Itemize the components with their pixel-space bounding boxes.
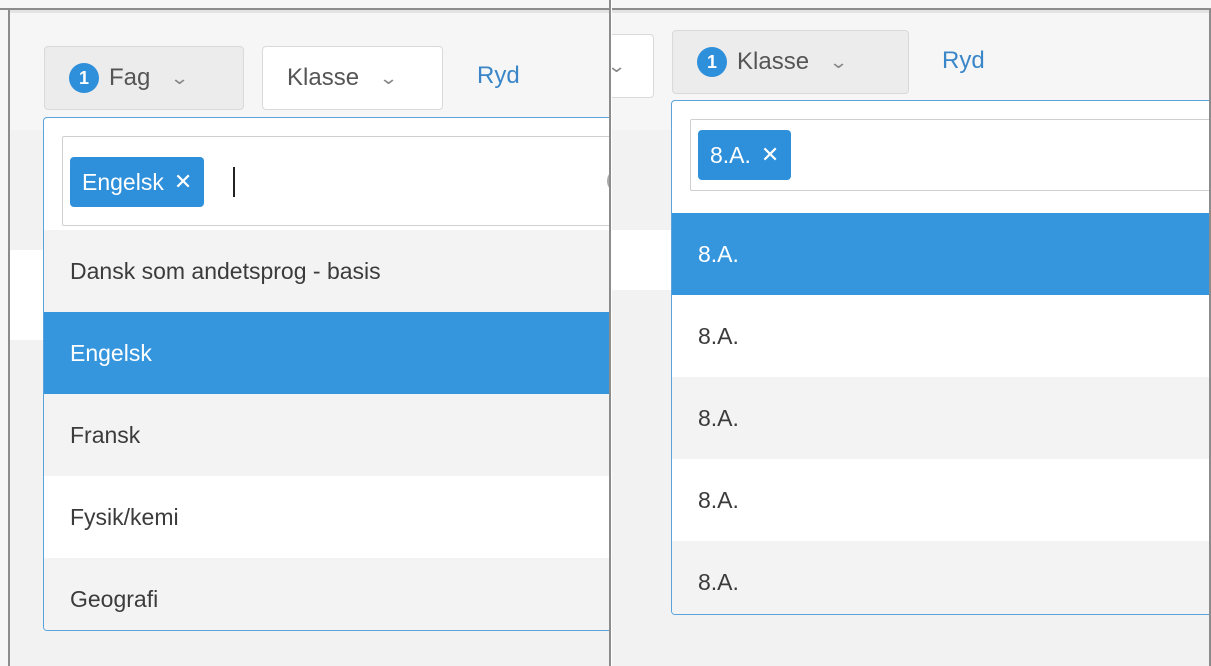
subject-search-input[interactable]: Engelsk ✕ [62, 136, 610, 226]
dropdown-option[interactable]: 8.A. [672, 295, 1211, 377]
option-label: 8.A. [698, 404, 739, 431]
filter-count-badge: 1 [69, 63, 99, 93]
subject-filter-button[interactable]: 1 Fag ⌄ [44, 46, 244, 110]
option-label: Geografi [70, 585, 159, 612]
chevron-down-icon: ⌄ [828, 51, 849, 72]
class-filter-label: Klasse [287, 64, 360, 91]
chevron-down-icon: ⌄ [378, 67, 399, 88]
selected-tag: Engelsk ✕ [70, 157, 205, 207]
dropdown-option[interactable]: 8.A. [672, 459, 1211, 541]
dropdown-option[interactable]: Geografi [44, 558, 610, 630]
class-filter-button[interactable]: 1 Klasse ⌄ [672, 30, 909, 94]
clear-filters-link[interactable]: Ryd [942, 47, 985, 75]
frame-border [8, 8, 10, 666]
dropdown-option-selected[interactable]: 8.A. [672, 213, 1211, 295]
selected-tag: 8.A. ✕ [698, 130, 792, 180]
class-filter-button[interactable]: Klasse ⌄ [262, 46, 443, 110]
dropdown-option[interactable]: Fransk [44, 394, 610, 476]
panel-divider [609, 0, 611, 666]
option-label: Fransk [70, 421, 141, 448]
option-label: Engelsk [70, 339, 152, 366]
frame-border [0, 8, 610, 10]
subject-dropdown: Engelsk ✕ Dansk som andetsprog - basis E… [43, 117, 610, 631]
close-icon[interactable]: ✕ [174, 169, 192, 195]
dropdown-option[interactable]: Fysik/kemi [44, 476, 610, 558]
subject-filter-button[interactable]: ⌄ [612, 34, 654, 98]
class-filter-panel: ⌄ 1 Klasse ⌄ Ryd 8.A. ✕ 8.A. 8.A. 8.A. 8… [612, 0, 1211, 666]
option-label: 8.A. [698, 240, 739, 267]
clear-filters-link[interactable]: Ryd [477, 62, 520, 90]
dropdown-option[interactable]: 8.A. [672, 377, 1211, 459]
option-label: Dansk som andetsprog - basis [70, 257, 381, 284]
option-label: Fysik/kemi [70, 503, 179, 530]
option-label: 8.A. [698, 322, 739, 349]
text-cursor [233, 167, 235, 197]
dropdown-option-selected[interactable]: Engelsk [44, 312, 610, 394]
dropdown-option[interactable]: Dansk som andetsprog - basis [44, 230, 610, 312]
chevron-down-icon: ⌄ [170, 67, 190, 88]
class-dropdown: 8.A. ✕ 8.A. 8.A. 8.A. 8.A. 8.A. [671, 100, 1211, 615]
option-label: 8.A. [698, 486, 739, 513]
chevron-down-icon: ⌄ [612, 56, 626, 77]
filter-count-badge: 1 [697, 47, 727, 77]
subject-filter-label: Fag [109, 64, 151, 91]
subject-filter-panel: 1 Fag ⌄ Klasse ⌄ Ryd Engelsk ✕ Dansk som… [0, 0, 610, 666]
frame-border [612, 8, 1211, 10]
class-search-input[interactable]: 8.A. ✕ [690, 119, 1211, 191]
selected-tag-label: 8.A. [710, 141, 751, 168]
selected-tag-label: Engelsk [82, 168, 164, 195]
class-filter-label: Klasse [737, 48, 810, 75]
option-label: 8.A. [698, 568, 739, 595]
close-icon[interactable]: ✕ [761, 142, 779, 168]
dropdown-option[interactable]: 8.A. [672, 541, 1211, 614]
